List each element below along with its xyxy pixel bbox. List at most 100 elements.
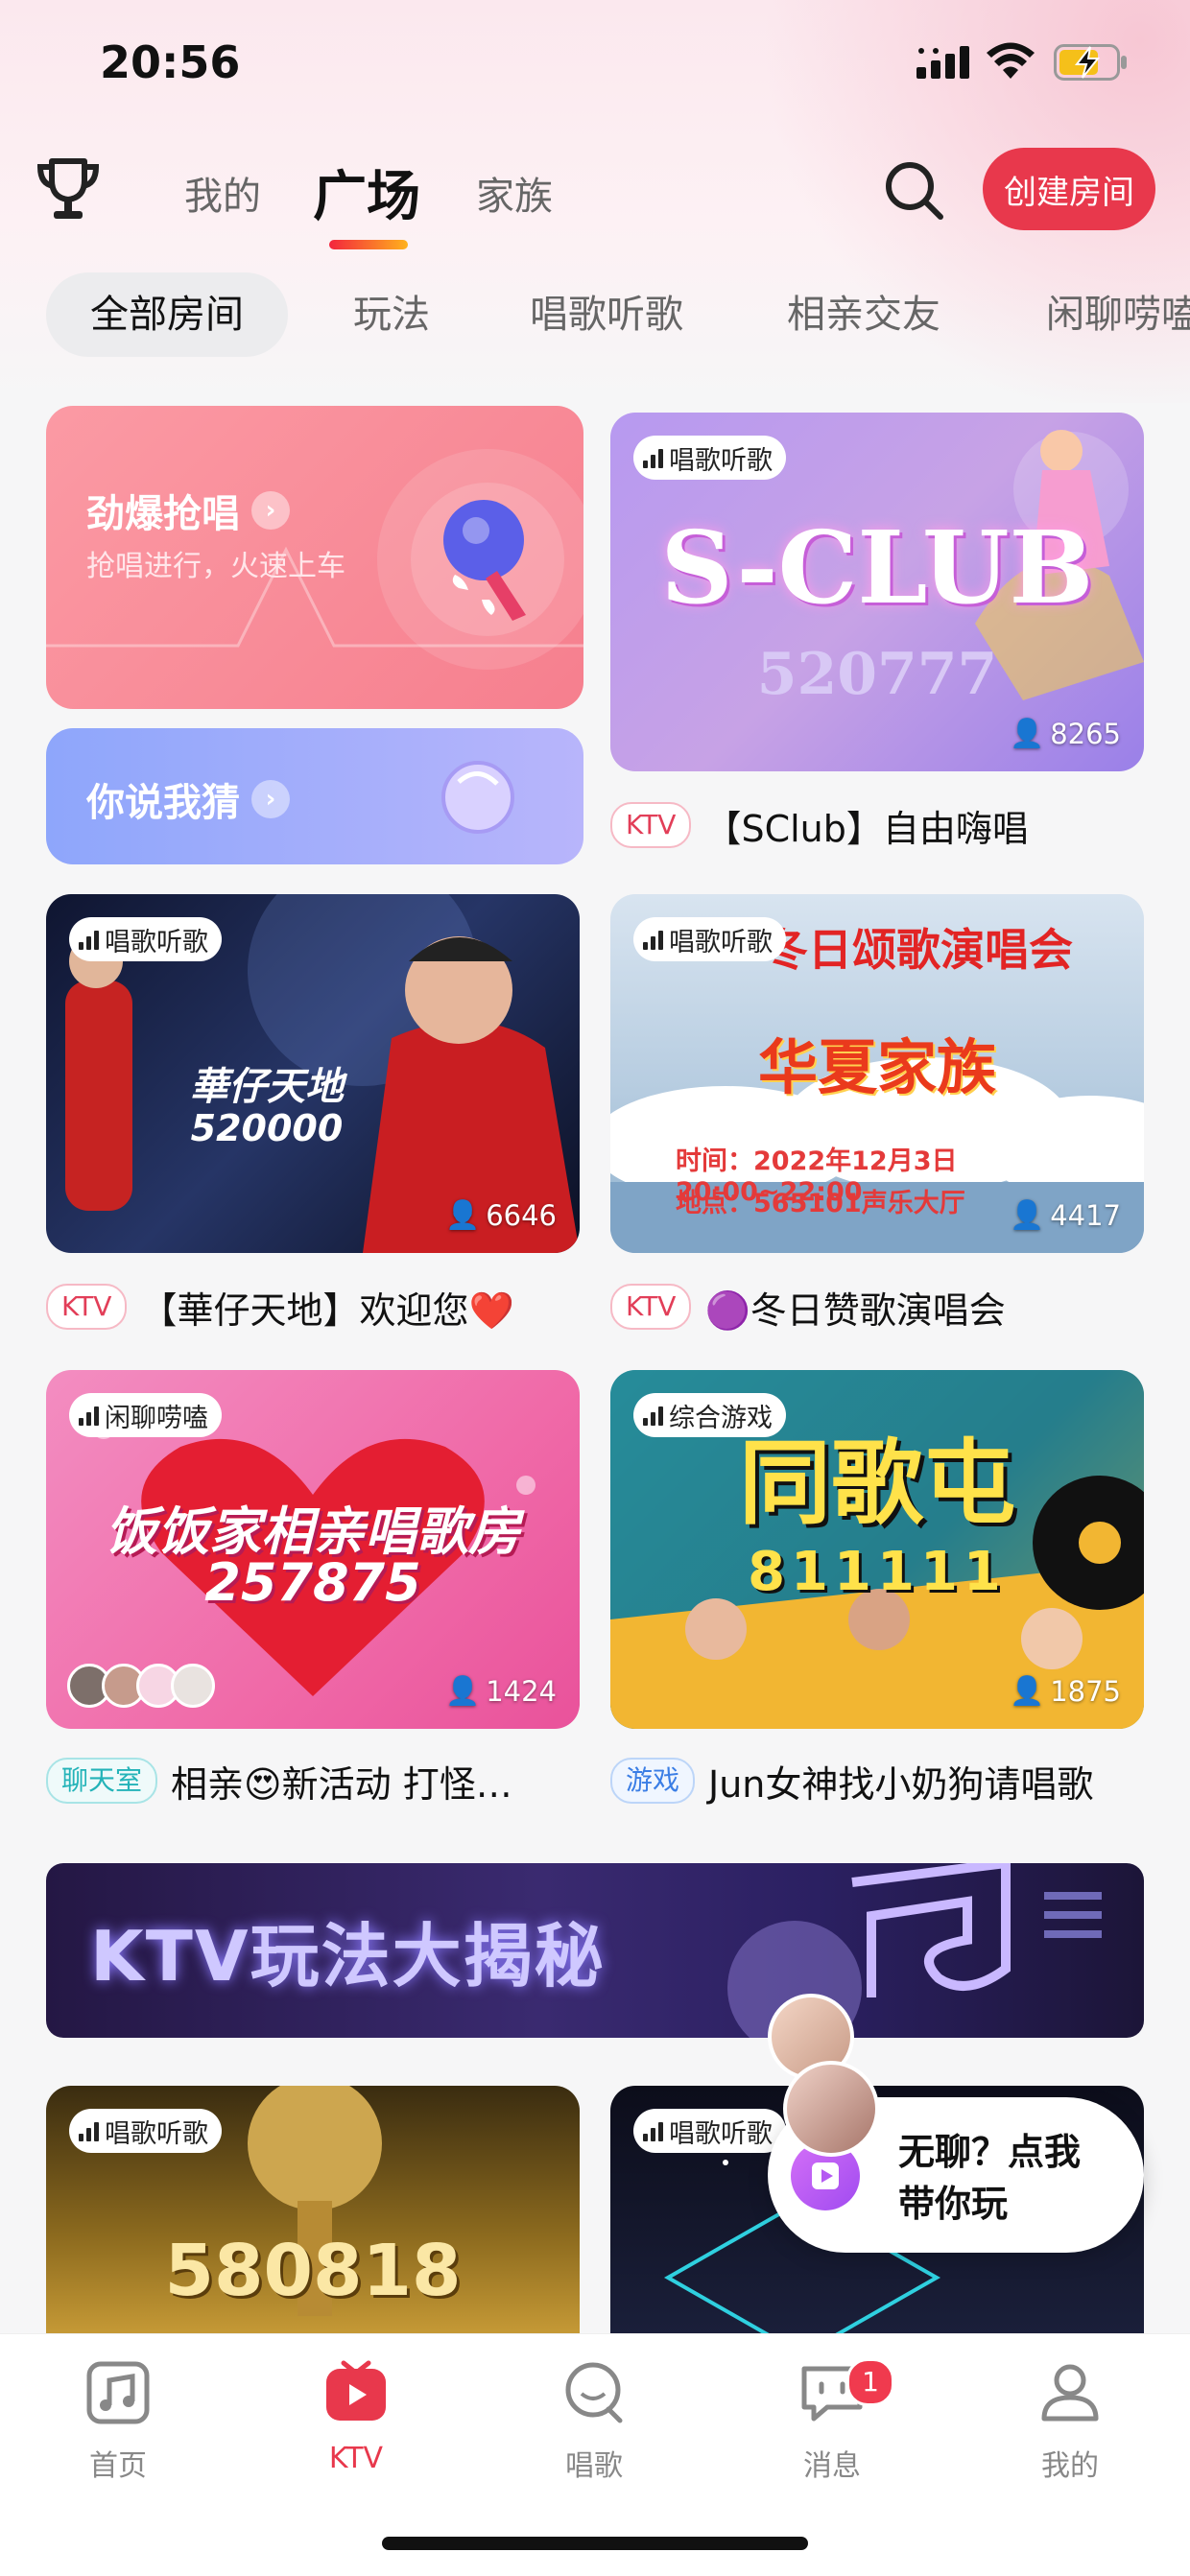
mic-bubble-icon [565, 2362, 623, 2423]
member-avatars [67, 1664, 215, 1708]
room-card[interactable]: S-CLUB 520777 唱歌听歌 👤 8265 [610, 413, 1144, 771]
tabbar-ktv[interactable]: KTV [284, 2359, 428, 2475]
signal-bars-icon [79, 1405, 99, 1426]
room-tag: 唱歌听歌 [633, 2109, 786, 2153]
room-image-number: 257875 [204, 1552, 421, 1613]
tab-plaza[interactable]: 广场 [313, 154, 420, 231]
viewer-count: 👤 1424 [445, 1674, 557, 1708]
room-caption[interactable]: 游戏 Jun女神找小奶狗请唱歌 [610, 1752, 1144, 1809]
battery-charging-icon [1054, 44, 1127, 81]
room-caption[interactable]: KTV 【華仔天地】欢迎您❤️ [46, 1278, 583, 1335]
room-caption[interactable]: KTV 🟣冬日赞歌演唱会 [610, 1278, 1144, 1335]
signal-bars-icon [643, 929, 663, 950]
person-icon: 👤 [445, 1674, 481, 1707]
room-caption[interactable]: 聊天室 相亲😍新活动 打怪… [46, 1752, 583, 1809]
top-header: 我的 广场 家族 创建房间 [0, 144, 1190, 249]
bubble-line1: 无聊？点我 [898, 2131, 1082, 2173]
room-tag: 综合游戏 [633, 1393, 786, 1437]
unread-badge: 1 [846, 2358, 894, 2406]
room-caption[interactable]: KTV 【SClub】自由嗨唱 [610, 796, 1144, 854]
tabbar-profile-label: 我的 [1041, 2449, 1099, 2483]
tabbar-home[interactable]: 首页 [46, 2359, 190, 2484]
chevron-right-icon: › [251, 491, 290, 530]
music-home-icon [86, 2361, 150, 2424]
status-time: 20:56 [100, 36, 241, 88]
viewer-count: 👤 4417 [1010, 1198, 1121, 1232]
room-image-header: 冬日颂歌演唱会 [764, 924, 1073, 976]
room-card[interactable]: 同歌屯 811111 综合游戏 👤 1875 [610, 1370, 1144, 1729]
tabbar-ktv-label: KTV [328, 2442, 384, 2475]
chevron-right-icon: › [251, 780, 290, 818]
status-bar: 20:56 [0, 0, 1190, 134]
person-icon: 👤 [1010, 717, 1045, 749]
category-gameplay[interactable]: 玩法 [353, 272, 430, 357]
ktv-guide-banner[interactable]: KTV玩法大揭秘 [46, 1863, 1144, 2038]
person-icon: 👤 [1010, 1674, 1045, 1707]
tabbar-home-label: 首页 [89, 2449, 147, 2483]
grab-sing-title: 劲爆抢唱 [86, 492, 240, 536]
search-icon[interactable] [881, 157, 948, 225]
room-name: 🟣冬日赞歌演唱会 [704, 1288, 1006, 1332]
tab-mine[interactable]: 我的 [184, 165, 261, 221]
viewer-count: 👤 1875 [1010, 1674, 1121, 1708]
room-type-badge: KTV [610, 802, 692, 848]
guess-game-title: 你说我猜 [86, 781, 240, 825]
avatar [171, 1664, 215, 1708]
room-image-title: 580818 [164, 2230, 462, 2312]
grab-sing-promo[interactable]: 劲爆抢唱 › 抢唱进行，火速上车 [46, 406, 583, 709]
room-name: 【SClub】自由嗨唱 [704, 807, 1029, 850]
room-type-badge: KTV [46, 1284, 128, 1330]
floating-avatar[interactable] [783, 2061, 879, 2157]
category-all-rooms[interactable]: 全部房间 [46, 272, 288, 357]
viewer-count: 👤 6646 [445, 1198, 557, 1232]
banner-title: KTV玩法大揭秘 [90, 1916, 606, 1997]
profile-icon [1041, 2364, 1099, 2422]
signal-bars-icon [643, 2120, 663, 2141]
category-dating[interactable]: 相亲交友 [787, 272, 940, 357]
home-indicator[interactable] [382, 2537, 808, 2550]
room-tag: 唱歌听歌 [633, 917, 786, 961]
grab-sing-subtitle: 抢唱进行，火速上车 [86, 550, 345, 583]
room-type-badge: KTV [610, 1284, 692, 1330]
crystal-ball-icon [441, 761, 514, 834]
tab-family[interactable]: 家族 [476, 165, 553, 221]
tabbar-profile[interactable]: 我的 [998, 2359, 1142, 2484]
room-type-badge: 游戏 [610, 1758, 696, 1804]
room-name: Jun女神找小奶狗请唱歌 [708, 1762, 1094, 1806]
person-icon: 👤 [1010, 1198, 1045, 1231]
signal-bars-icon [79, 2120, 99, 2141]
room-image-number: 520000 [190, 1107, 344, 1149]
room-card[interactable]: 華仔天地 520000 唱歌听歌 👤 6646 [46, 894, 580, 1253]
room-image-number: 811111 [748, 1541, 1007, 1603]
category-singing[interactable]: 唱歌听歌 [530, 272, 683, 357]
microphone-icon [443, 500, 526, 621]
room-type-badge: 聊天室 [46, 1758, 158, 1804]
guess-game-promo[interactable]: 你说我猜 › [46, 728, 583, 864]
active-tab-indicator [329, 240, 408, 249]
room-name: 【華仔天地】欢迎您❤️ [140, 1288, 514, 1332]
room-tag: 唱歌听歌 [69, 917, 222, 961]
room-card[interactable]: 580818 唱歌听歌 [46, 2086, 580, 2335]
wifi-icon [987, 42, 1035, 79]
category-chatting[interactable]: 闲聊唠嗑 [1046, 272, 1190, 357]
trophy-icon[interactable] [35, 155, 102, 225]
room-card[interactable]: 饭饭家相亲唱歌房 257875 闲聊唠嗑 👤 1424 [46, 1370, 580, 1729]
bubble-line2: 带你玩 [898, 2183, 1009, 2225]
viewer-count: 👤 8265 [1010, 717, 1121, 750]
tabbar-sing[interactable]: 唱歌 [522, 2359, 666, 2484]
room-name: 相亲😍新活动 打怪… [171, 1762, 512, 1806]
category-tabs: 全部房间 玩法 唱歌听歌 相亲交友 闲聊唠嗑 [0, 272, 1190, 357]
person-icon: 👤 [445, 1198, 481, 1231]
create-room-button[interactable]: 创建房间 [983, 148, 1155, 230]
signal-bars-icon [643, 1405, 663, 1426]
signal-bars-icon [643, 447, 663, 468]
cellular-signal-icon [916, 46, 969, 79]
room-tag: 闲聊唠嗑 [69, 1393, 222, 1437]
tv-play-icon [326, 2360, 386, 2421]
room-tag: 唱歌听歌 [69, 2109, 222, 2153]
room-image-title: 华夏家族 [757, 1032, 996, 1102]
signal-bars-icon [79, 929, 99, 950]
room-card[interactable]: 冬日颂歌演唱会 华夏家族 时间：2022年12月3日 20:00~22:00 地… [610, 894, 1144, 1253]
room-image-number: 520777 [756, 641, 998, 708]
room-image-title: S-CLUB [660, 508, 1094, 626]
